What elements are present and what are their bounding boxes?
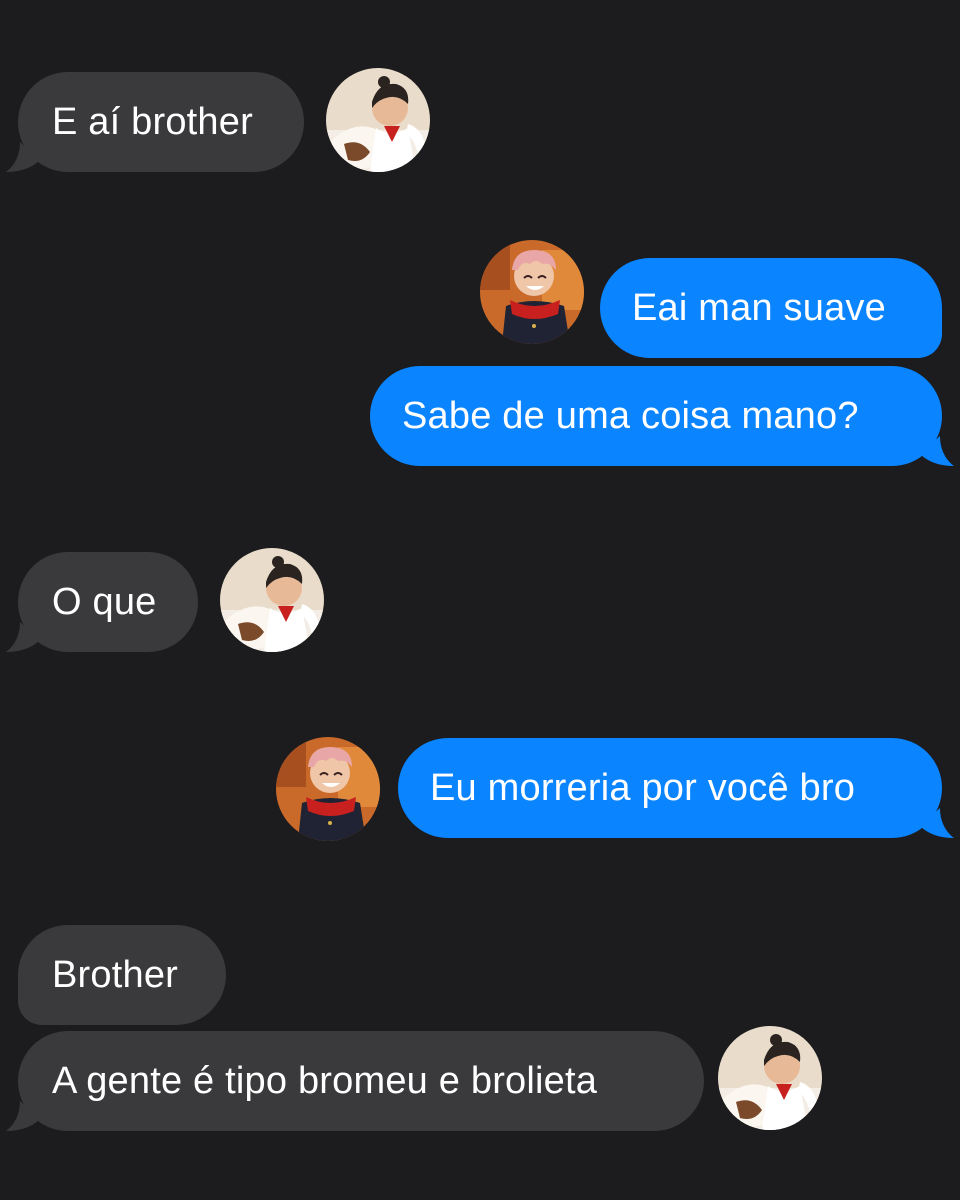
avatar-image	[326, 68, 430, 172]
message-text: O que	[52, 580, 157, 623]
message-text: A gente é tipo bromeu e brolieta	[52, 1059, 598, 1102]
message-bubble-incoming[interactable]: O que	[6, 552, 198, 652]
bubble-tail	[920, 808, 954, 838]
bubble-tail	[6, 142, 40, 172]
avatar-image	[718, 1026, 822, 1130]
dark-haired-anime-boy-avatar[interactable]	[326, 68, 430, 172]
pink-haired-anime-boy-avatar[interactable]	[276, 737, 380, 841]
dark-haired-anime-boy-avatar[interactable]	[220, 548, 324, 652]
message-bubble-outgoing[interactable]: Eu morreria por você bro	[398, 738, 954, 838]
message-text: Eai man suave	[632, 286, 886, 329]
message-text: Eu morreria por você bro	[430, 766, 856, 809]
dark-haired-anime-boy-avatar[interactable]	[718, 1026, 822, 1130]
message-bubble-outgoing[interactable]: Sabe de uma coisa mano?	[370, 366, 954, 466]
pink-haired-anime-boy-avatar[interactable]	[480, 240, 584, 344]
bubble-tail	[6, 622, 40, 652]
message-bubble-incoming[interactable]: E aí brother	[6, 72, 304, 172]
message-text: Brother	[52, 953, 179, 996]
message-bubble-incoming[interactable]: A gente é tipo bromeu e brolieta	[6, 1031, 704, 1131]
message-bubble-outgoing[interactable]: Eai man suave	[600, 258, 942, 358]
avatar-image	[220, 548, 324, 652]
avatar-image	[276, 737, 380, 841]
message-text: Sabe de uma coisa mano?	[402, 394, 859, 437]
message-text: E aí brother	[52, 100, 253, 143]
avatar-image	[480, 240, 584, 344]
bubble-tail	[920, 436, 954, 466]
message-bubble-incoming[interactable]: Brother	[18, 925, 226, 1025]
bubble-tail	[6, 1101, 40, 1131]
